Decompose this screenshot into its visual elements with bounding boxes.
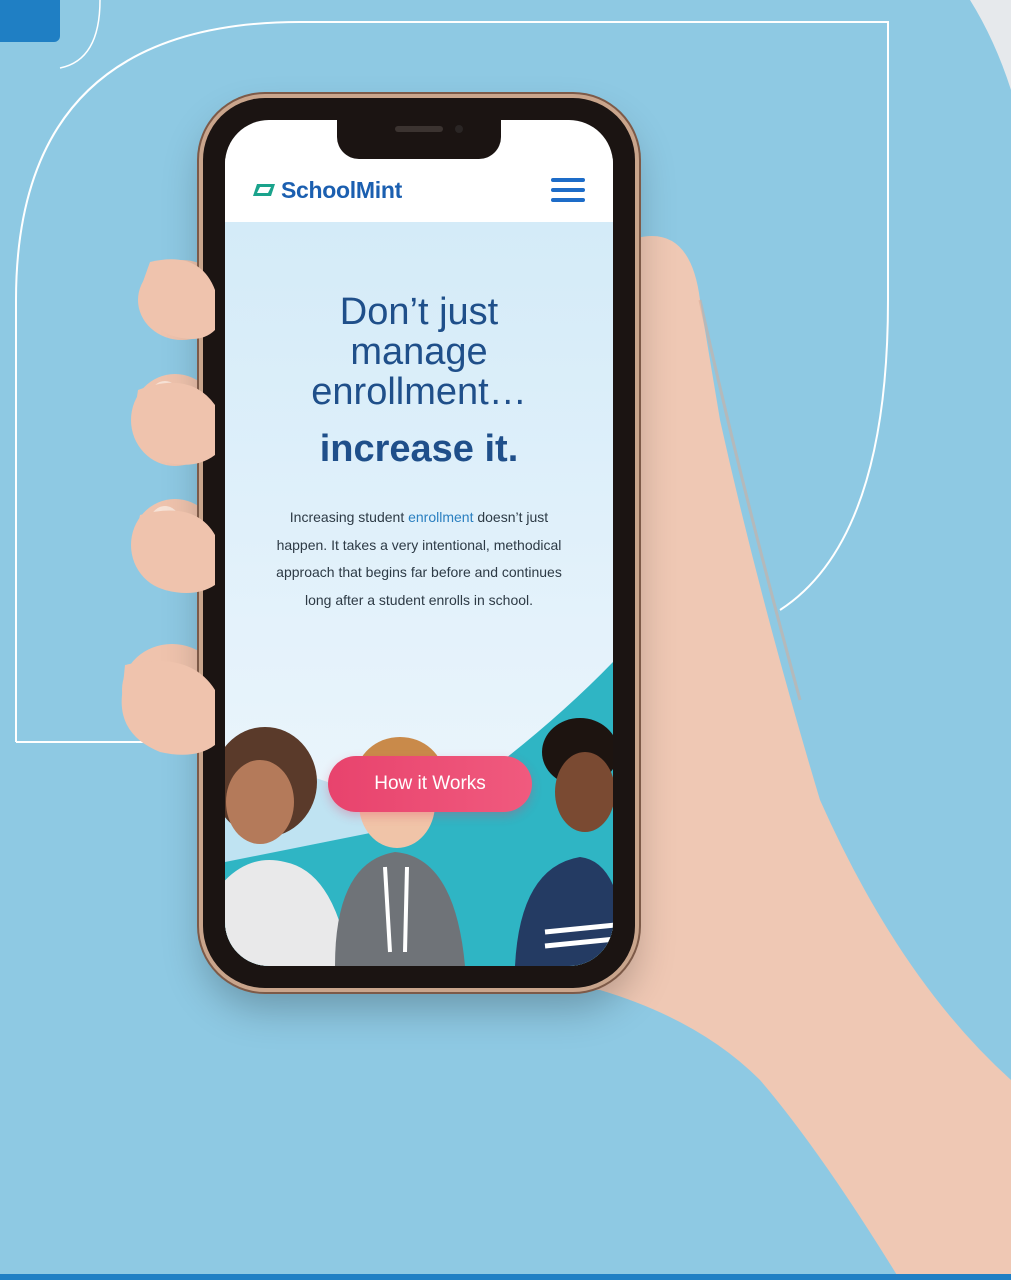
leaf-logo-icon: [253, 184, 275, 196]
speaker-grille: [395, 126, 443, 132]
hero-heading-line: Don’t just: [339, 291, 499, 333]
phone-device: SchoolMint Don’t just manage enrollment……: [203, 98, 635, 988]
students-photo: [225, 662, 613, 966]
hero-description-start: Increasing student: [289, 509, 409, 525]
bottom-accent-bar: [0, 1274, 1011, 1280]
hero-heading: Don’t just manage enrollment…: [225, 292, 613, 412]
corner-tab: [0, 0, 60, 42]
site-logo[interactable]: SchoolMint: [253, 177, 402, 204]
hero-description-highlight: enrollment: [408, 509, 474, 525]
logo-text: SchoolMint: [281, 176, 402, 203]
front-camera: [455, 125, 463, 133]
hero-section: Don’t just manage enrollment… increase i…: [225, 222, 613, 966]
hero-emphasis: increase it.: [319, 428, 519, 470]
hero-heading-line: enrollment…: [311, 371, 527, 413]
hamburger-menu-icon[interactable]: [551, 178, 585, 202]
phone-screen: SchoolMint Don’t just manage enrollment……: [225, 120, 613, 966]
hero-description: Increasing student enrollment doesn’t ju…: [275, 504, 563, 614]
how-it-works-button[interactable]: How it Works: [328, 756, 532, 812]
phone-notch: [337, 120, 501, 159]
hero-heading-line: manage: [350, 331, 488, 373]
site-header: SchoolMint: [225, 158, 613, 222]
